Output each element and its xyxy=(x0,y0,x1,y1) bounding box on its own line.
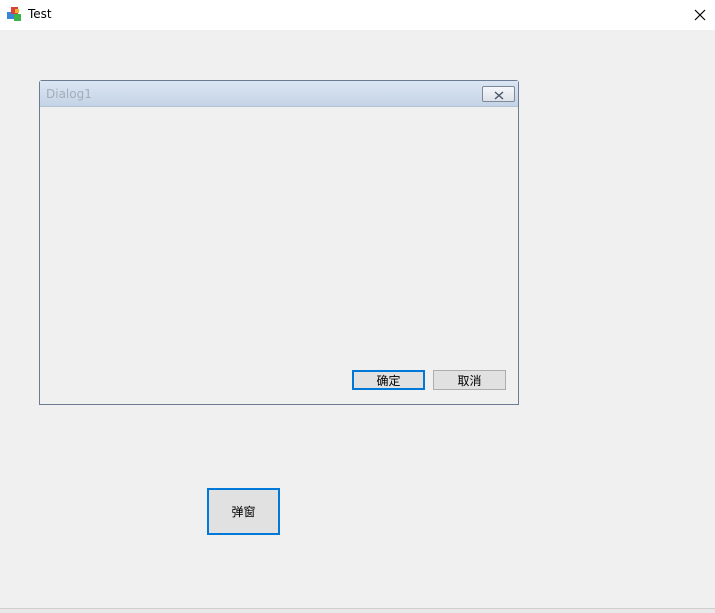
dialog-title: Dialog1 xyxy=(46,87,92,101)
dialog-titlebar[interactable]: Dialog1 xyxy=(40,81,518,107)
bottom-edge xyxy=(0,608,715,613)
app-cubes-icon xyxy=(6,6,23,23)
app-window: Test Dialog1 确定 取消 弹窗 xyxy=(0,0,715,613)
dialog-close-button[interactable] xyxy=(482,86,515,102)
cancel-button[interactable]: 取消 xyxy=(433,370,506,390)
window-titlebar[interactable]: Test xyxy=(0,0,715,30)
window-close-button[interactable] xyxy=(685,0,715,30)
dialog-body: 确定 取消 xyxy=(42,108,516,402)
popup-button[interactable]: 弹窗 xyxy=(207,488,280,535)
ok-button[interactable]: 确定 xyxy=(352,370,425,390)
close-icon xyxy=(494,85,504,104)
close-icon xyxy=(694,6,706,25)
dialog1: Dialog1 确定 取消 xyxy=(39,80,519,405)
window-title: Test xyxy=(28,7,52,21)
